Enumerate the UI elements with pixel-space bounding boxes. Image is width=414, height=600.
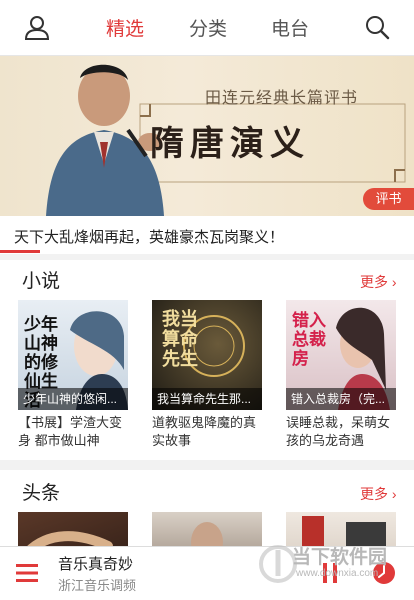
book-cover[interactable]: 少年山神的修仙生活 少年山神的悠闲... <box>18 300 128 410</box>
card-caption: 错入总裁房（完... <box>286 388 396 410</box>
section-title: 小说 <box>22 271 61 292</box>
novels-section: 小说 更多 › 少年山神的修仙生活 少年山神的悠闲... 【书展】学渣大变身 都… <box>0 260 414 460</box>
card-description[interactable]: 误睡总裁，呆萌女孩的乌龙奇遇 <box>286 414 396 450</box>
tab-radio[interactable]: 电台 <box>271 14 309 41</box>
banner-subtitle: 田连元经典长篇评书 <box>205 88 359 107</box>
headline-indicator <box>0 250 40 253</box>
section-title: 头条 <box>22 483 61 504</box>
banner-title: 隋唐演义 <box>150 124 310 164</box>
watermark-text: 当下软件园 <box>292 547 388 568</box>
menu-icon[interactable] <box>16 563 38 583</box>
card-description[interactable]: 道教驱鬼降魔的真实故事 <box>152 414 262 450</box>
tab-category[interactable]: 分类 <box>189 14 227 41</box>
search-icon[interactable] <box>362 12 392 42</box>
card-caption: 我当算命先生那... <box>152 388 262 410</box>
more-link[interactable]: 更多 › <box>360 272 397 292</box>
book-cover[interactable]: 我当算命先生 我当算命先生那... <box>152 300 262 410</box>
card-description[interactable]: 【书展】学渣大变身 都市做山神 <box>18 414 128 450</box>
banner-category-tag: 评书 <box>363 188 414 210</box>
headline-text[interactable]: 天下大乱烽烟再起，英雄豪杰瓦岗聚义！ <box>14 226 284 247</box>
cover-title: 我当算命先生 <box>162 309 198 370</box>
more-link[interactable]: 更多 › <box>360 484 397 504</box>
tab-featured[interactable]: 精选 <box>106 14 144 41</box>
player-subtitle: 浙江音乐调频 <box>58 578 137 593</box>
top-nav: 精选 分类 电台 <box>0 0 414 56</box>
book-cover[interactable]: 错入总裁房 错入总裁房（完... <box>286 300 396 410</box>
card-caption: 少年山神的悠闲... <box>18 388 128 410</box>
cover-title: 错入总裁房 <box>292 311 326 369</box>
player-title: 音乐真奇妙 <box>58 556 134 573</box>
user-icon[interactable] <box>22 12 52 42</box>
watermark-url: www.downxia.com <box>296 568 379 579</box>
